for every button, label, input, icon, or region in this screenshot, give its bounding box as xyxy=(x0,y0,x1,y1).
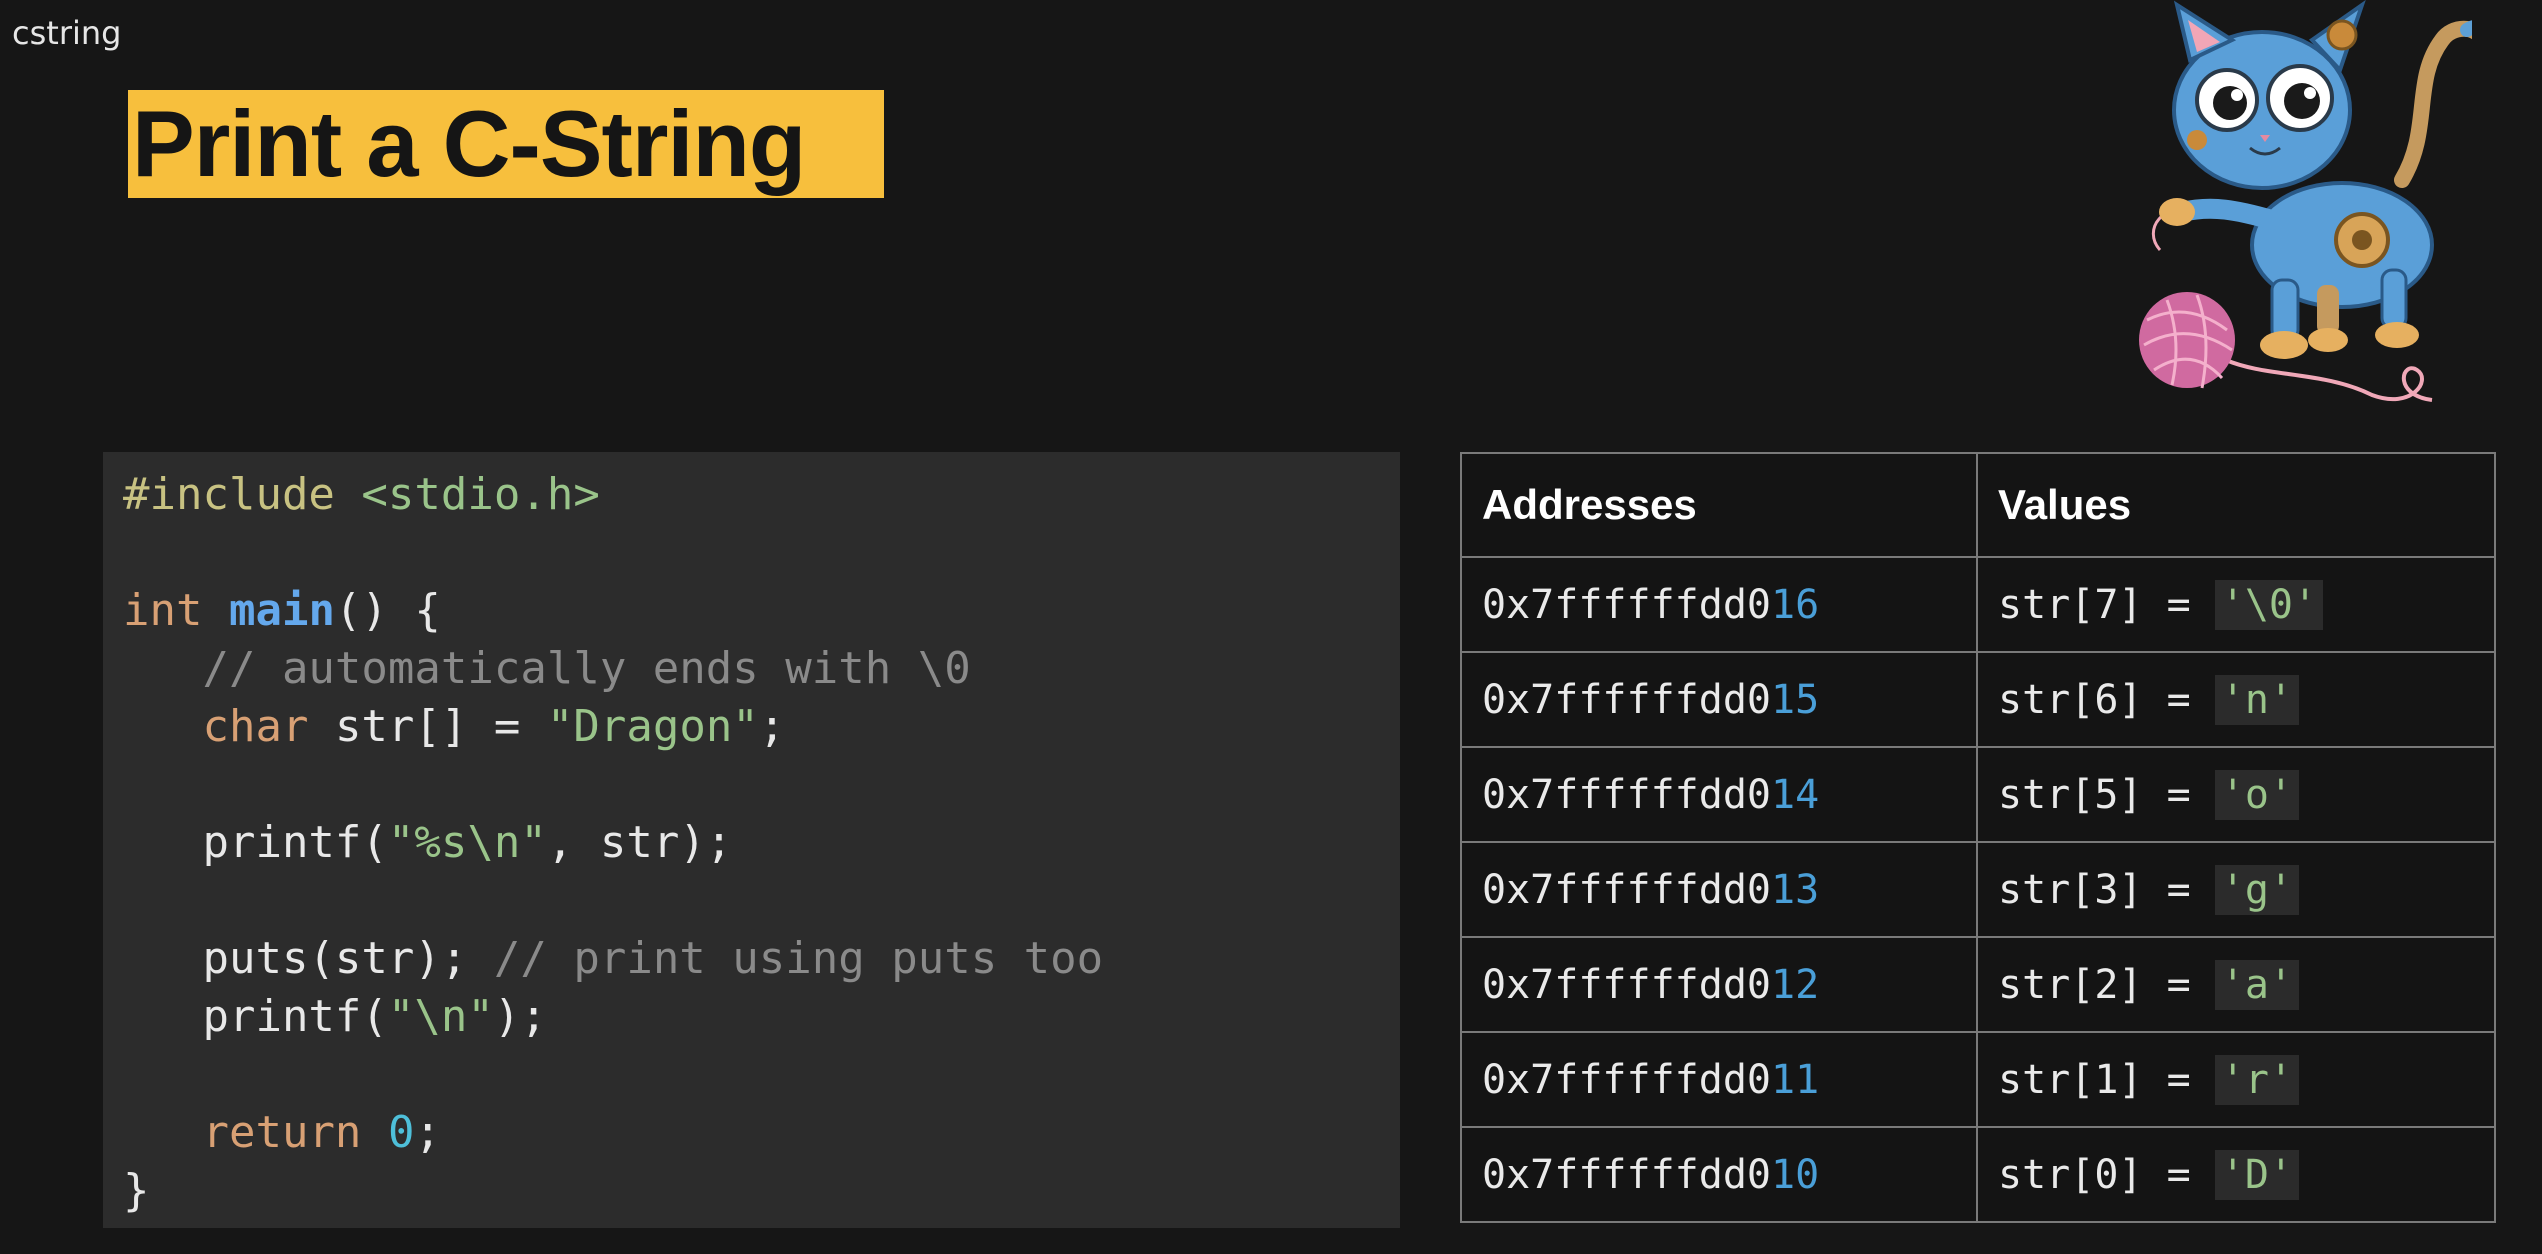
code-token: "\n" xyxy=(387,991,494,1042)
code-token: 0 xyxy=(387,1107,415,1158)
code-token: <stdio.h> xyxy=(361,469,600,520)
value-char: 'r' xyxy=(2214,1054,2299,1105)
address-offset: 11 xyxy=(1770,1056,1820,1103)
address-offset: 15 xyxy=(1770,676,1820,723)
address-cell: 0x7ffffffdd013 xyxy=(1460,841,1978,938)
address-base: 0x7ffffffdd0 xyxy=(1482,961,1771,1008)
code-line: printf("%s\n", str); xyxy=(123,814,732,872)
code-line: puts(str); // print using puts too xyxy=(123,930,1103,988)
code-line: return 0; xyxy=(123,1104,441,1162)
code-token: #include xyxy=(123,469,362,520)
table-row: 0x7ffffffdd010 str[0] = 'D' xyxy=(1460,1126,2496,1223)
value-cell: str[5] = 'o' xyxy=(1976,746,2496,843)
memory-table-header-row: Addresses Values xyxy=(1460,452,2496,558)
value-prefix: str[7] = xyxy=(1998,581,2215,628)
code-token: // automatically ends with \0 xyxy=(123,643,971,694)
address-base: 0x7ffffffdd0 xyxy=(1482,581,1771,628)
address-cell: 0x7ffffffdd016 xyxy=(1460,556,1978,653)
address-offset: 10 xyxy=(1770,1151,1820,1198)
address-cell: 0x7ffffffdd014 xyxy=(1460,746,1978,843)
value-char: 'g' xyxy=(2214,864,2299,915)
code-token: , str); xyxy=(546,817,733,868)
robot-cat-icon xyxy=(2139,0,2472,402)
value-prefix: str[3] = xyxy=(1998,866,2215,913)
code-token: // print using puts too xyxy=(493,933,1104,984)
value-char: 'a' xyxy=(2214,959,2299,1010)
code-token: ; xyxy=(758,701,786,752)
address-offset: 16 xyxy=(1770,581,1820,628)
code-token: return xyxy=(202,1107,362,1158)
value-char: 'D' xyxy=(2214,1149,2299,1200)
code-line: char str[] = "Dragon"; xyxy=(123,698,785,756)
value-prefix: str[6] = xyxy=(1998,676,2215,723)
table-row: 0x7ffffffdd013 str[3] = 'g' xyxy=(1460,841,2496,938)
value-cell: str[1] = 'r' xyxy=(1976,1031,2496,1128)
code-panel: #include <stdio.h> int main() { // automa… xyxy=(103,452,1400,1228)
code-line: int main() { xyxy=(123,582,441,640)
value-cell: str[7] = '\0' xyxy=(1976,556,2496,653)
table-row: 0x7ffffffdd012 str[2] = 'a' xyxy=(1460,936,2496,1033)
code-token: "%s\n" xyxy=(387,817,547,868)
code-token: () { xyxy=(334,585,441,636)
address-offset: 13 xyxy=(1770,866,1820,913)
slide-title: Print a C-String xyxy=(132,91,806,196)
address-cell: 0x7ffffffdd015 xyxy=(1460,651,1978,748)
memory-table: Addresses Values 0x7ffffffdd016 str[7] = … xyxy=(1460,452,2496,1223)
code-token: str[] = xyxy=(308,701,547,752)
table-row: 0x7ffffffdd011 str[1] = 'r' xyxy=(1460,1031,2496,1128)
code-line: } xyxy=(123,1162,150,1220)
value-column-header: Values xyxy=(1976,452,2496,558)
value-char: '\0' xyxy=(2214,579,2324,630)
code-token: puts(str); xyxy=(123,933,494,984)
code-token: printf( xyxy=(123,817,388,868)
address-base: 0x7ffffffdd0 xyxy=(1482,866,1771,913)
value-char: 'n' xyxy=(2214,674,2299,725)
value-cell: str[3] = 'g' xyxy=(1976,841,2496,938)
address-offset: 12 xyxy=(1770,961,1820,1008)
address-cell: 0x7ffffffdd012 xyxy=(1460,936,1978,1033)
address-column-header: Addresses xyxy=(1460,452,1978,558)
code-token: } xyxy=(123,1165,150,1216)
address-cell: 0x7ffffffdd011 xyxy=(1460,1031,1978,1128)
value-cell: str[2] = 'a' xyxy=(1976,936,2496,1033)
address-cell: 0x7ffffffdd010 xyxy=(1460,1126,1978,1223)
table-row: 0x7ffffffdd014 str[5] = 'o' xyxy=(1460,746,2496,843)
table-row: 0x7ffffffdd016 str[7] = '\0' xyxy=(1460,556,2496,653)
code-line: #include <stdio.h> xyxy=(123,466,600,524)
window-label: cstring xyxy=(12,14,122,52)
table-row: 0x7ffffffdd015 str[6] = 'n' xyxy=(1460,651,2496,748)
code-token: "Dragon" xyxy=(546,701,759,752)
code-token: int xyxy=(123,585,229,636)
value-cell: str[6] = 'n' xyxy=(1976,651,2496,748)
address-base: 0x7ffffffdd0 xyxy=(1482,676,1771,723)
address-base: 0x7ffffffdd0 xyxy=(1482,771,1771,818)
value-prefix: str[5] = xyxy=(1998,771,2215,818)
code-token: char xyxy=(202,701,309,752)
address-base: 0x7ffffffdd0 xyxy=(1482,1056,1771,1103)
value-prefix: str[1] = xyxy=(1998,1056,2215,1103)
value-prefix: str[2] = xyxy=(1998,961,2215,1008)
address-base: 0x7ffffffdd0 xyxy=(1482,1151,1771,1198)
code-line: printf("\n"); xyxy=(123,988,547,1046)
value-prefix: str[0] = xyxy=(1998,1151,2215,1198)
value-char: 'o' xyxy=(2214,769,2299,820)
code-token: ); xyxy=(493,991,547,1042)
address-offset: 14 xyxy=(1770,771,1820,818)
slide-title-banner: Print a C-String xyxy=(128,90,884,198)
code-token: main xyxy=(228,585,335,636)
value-cell: str[0] = 'D' xyxy=(1976,1126,2496,1223)
code-line: // automatically ends with \0 xyxy=(123,640,971,698)
code-token: printf( xyxy=(123,991,388,1042)
code-token: ; xyxy=(414,1107,441,1158)
